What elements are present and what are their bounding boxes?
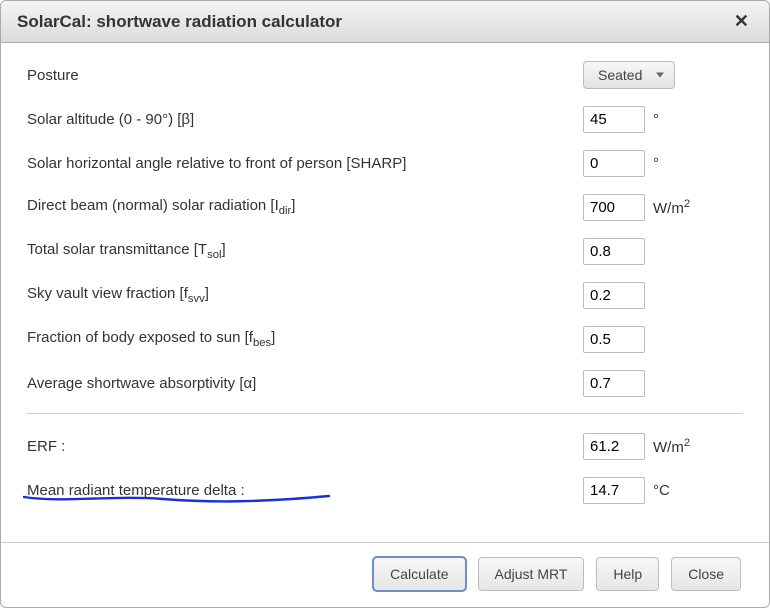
dmrt-label: Mean radiant temperature delta : [27, 482, 245, 499]
dmrt-output [583, 477, 645, 504]
posture-select[interactable]: Seated [583, 61, 675, 89]
fbes-label: Fraction of body exposed to sun [fbes] [27, 329, 275, 349]
altitude-label: Solar altitude (0 - 90°) [β] [27, 111, 194, 128]
dialog-title: SolarCal: shortwave radiation calculator [17, 12, 342, 32]
row-sharp: Solar horizontal angle relative to front… [27, 149, 743, 177]
row-tsol: Total solar transmittance [Tsol] [27, 237, 743, 265]
button-bar: Calculate Adjust MRT Help Close [1, 542, 769, 607]
erf-unit: W/m2 [653, 437, 697, 456]
altitude-input[interactable] [583, 106, 645, 133]
erf-label: ERF : [27, 438, 65, 455]
close-icon[interactable]: ✕ [730, 11, 753, 32]
calculate-button[interactable]: Calculate [373, 557, 465, 591]
alpha-input[interactable] [583, 370, 645, 397]
close-button[interactable]: Close [671, 557, 741, 591]
altitude-unit: ° [653, 111, 697, 128]
row-erf: ERF : W/m2 [27, 432, 743, 460]
row-altitude: Solar altitude (0 - 90°) [β] ° [27, 105, 743, 133]
tsol-input[interactable] [583, 238, 645, 265]
divider [27, 413, 743, 414]
chevron-down-icon [656, 73, 664, 78]
titlebar: SolarCal: shortwave radiation calculator… [1, 1, 769, 43]
idir-label: Direct beam (normal) solar radiation [Id… [27, 197, 295, 217]
erf-output [583, 433, 645, 460]
adjust-mrt-button[interactable]: Adjust MRT [478, 557, 585, 591]
row-fsvv: Sky vault view fraction [fsvv] [27, 281, 743, 309]
sharp-input[interactable] [583, 150, 645, 177]
row-posture: Posture Seated [27, 61, 743, 89]
row-dmrt: Mean radiant temperature delta : °C [27, 476, 743, 504]
dialog-content: Posture Seated Solar altitude (0 - 90°) … [1, 43, 769, 542]
row-alpha: Average shortwave absorptivity [α] [27, 369, 743, 397]
sharp-unit: ° [653, 155, 697, 172]
posture-label: Posture [27, 67, 79, 84]
fbes-input[interactable] [583, 326, 645, 353]
idir-input[interactable] [583, 194, 645, 221]
fsvv-label: Sky vault view fraction [fsvv] [27, 285, 209, 305]
dmrt-unit: °C [653, 482, 697, 499]
help-button[interactable]: Help [596, 557, 659, 591]
fsvv-input[interactable] [583, 282, 645, 309]
sharp-label: Solar horizontal angle relative to front… [27, 155, 406, 172]
row-fbes: Fraction of body exposed to sun [fbes] [27, 325, 743, 353]
idir-unit: W/m2 [653, 198, 697, 217]
solarcal-dialog: SolarCal: shortwave radiation calculator… [0, 0, 770, 608]
row-idir: Direct beam (normal) solar radiation [Id… [27, 193, 743, 221]
alpha-label: Average shortwave absorptivity [α] [27, 375, 256, 392]
tsol-label: Total solar transmittance [Tsol] [27, 241, 226, 261]
posture-selected: Seated [598, 67, 642, 83]
